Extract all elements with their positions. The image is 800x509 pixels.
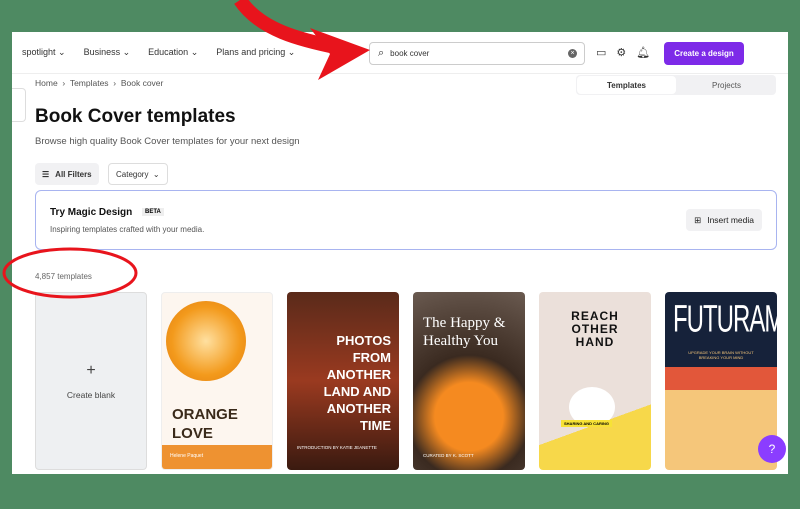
- red-circle-annotation: [2, 247, 138, 299]
- red-arrow-head: [310, 28, 370, 80]
- annotation-overlay: [2, 0, 370, 299]
